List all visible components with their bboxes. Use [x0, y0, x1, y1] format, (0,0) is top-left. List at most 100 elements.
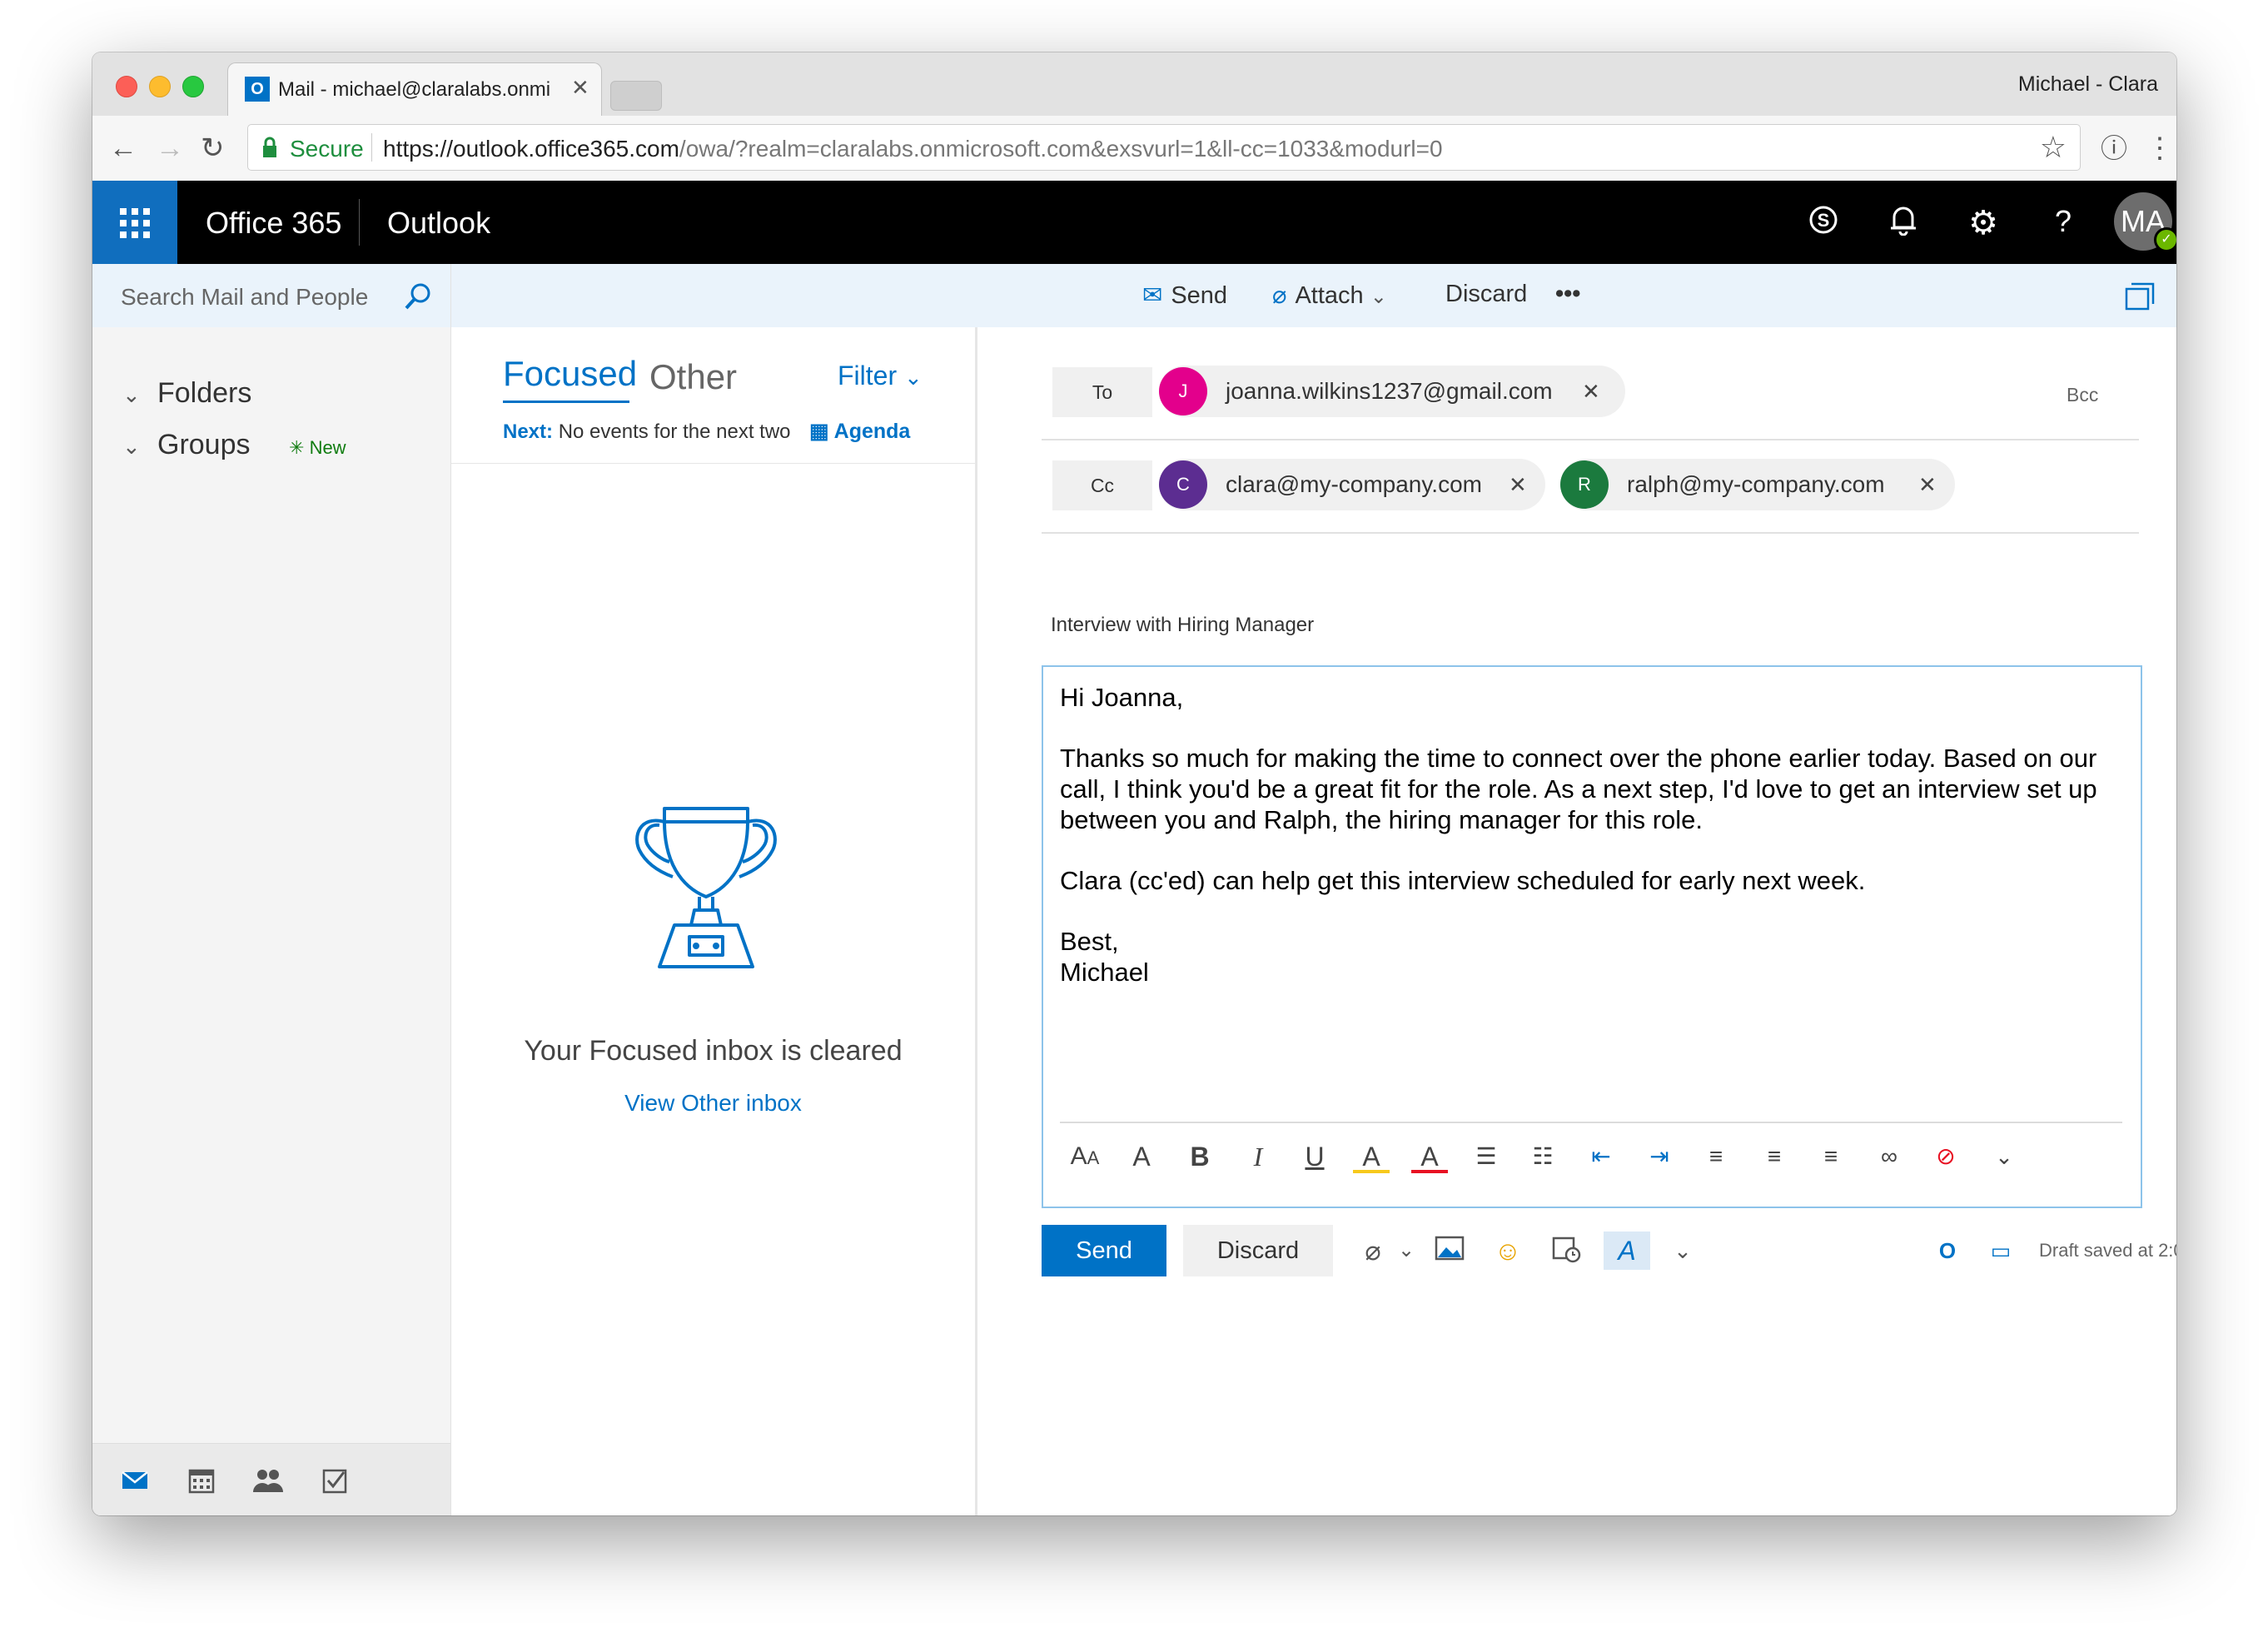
new-tab-button[interactable] — [610, 81, 662, 111]
send-envelope-icon: ✉ — [1142, 282, 1163, 309]
cc-button[interactable]: Cc — [1052, 460, 1152, 510]
recipient-cc-pill[interactable]: R ralph@my-company.com ✕ — [1560, 459, 1955, 510]
message-body-editor[interactable]: Hi Joanna, Thanks so much for making the… — [1042, 665, 2142, 1208]
discard-button[interactable]: Discard — [1183, 1225, 1333, 1276]
outlook-app-label[interactable]: Outlook — [387, 206, 490, 241]
office-addin-icon[interactable]: O — [1928, 1232, 1967, 1270]
reload-icon[interactable]: ↻ — [201, 132, 225, 164]
app-launcher-button[interactable] — [92, 181, 177, 264]
filter-label: Filter — [838, 361, 898, 391]
agenda-link[interactable]: ▦ Agenda — [809, 419, 910, 444]
url-separator — [371, 133, 372, 162]
url-input[interactable]: Secure https://outlook.office365.com/owa… — [247, 124, 2081, 171]
tab-title: Mail - michael@claralabs.onmi — [278, 78, 551, 101]
browser-profile-name[interactable]: Michael - Clara — [2018, 72, 2158, 97]
remove-recipient-icon[interactable]: ✕ — [1918, 459, 1937, 510]
people-icon[interactable] — [251, 1464, 286, 1497]
new-group-link[interactable]: ✳ New — [289, 437, 346, 459]
more-formatting-chevron-icon[interactable]: ⌄ — [1986, 1138, 2022, 1175]
chevron-down-icon: ⌄ — [1370, 286, 1387, 308]
filter-dropdown[interactable]: Filter ⌄ — [838, 361, 923, 391]
remove-recipient-icon[interactable]: ✕ — [1582, 366, 1600, 417]
align-right-icon[interactable]: ≡ — [1813, 1138, 1849, 1175]
view-other-inbox-link[interactable]: View Other inbox — [451, 1090, 975, 1117]
close-tab-icon[interactable]: ✕ — [571, 75, 589, 101]
schedule-icon[interactable] — [1547, 1232, 1585, 1270]
bullets-icon[interactable]: ☰ — [1468, 1138, 1505, 1175]
groups-label: Groups — [157, 429, 251, 460]
underline-icon[interactable]: U — [1296, 1138, 1333, 1175]
recipient-email: joanna.wilkins1237@gmail.com — [1226, 378, 1553, 404]
maximize-window-button[interactable] — [182, 76, 204, 97]
tasks-icon[interactable] — [317, 1464, 352, 1497]
discard-command[interactable]: Discard — [1445, 281, 1527, 308]
skype-icon[interactable]: S — [1803, 204, 1844, 243]
new-group-label: New — [309, 437, 346, 458]
groups-toggle[interactable]: ⌄ Groups — [122, 429, 251, 461]
font-color-icon[interactable]: A — [1411, 1138, 1448, 1173]
url-path: /owa/?realm=claralabs.onmicrosoft.com&ex… — [679, 136, 1443, 162]
more-options-icon[interactable]: ••• — [1555, 281, 1580, 308]
align-center-icon[interactable]: ≡ — [1756, 1138, 1793, 1175]
italic-icon[interactable]: I — [1240, 1138, 1276, 1175]
insert-link-icon[interactable]: ∞ — [1871, 1138, 1907, 1175]
back-icon[interactable]: ← — [109, 132, 137, 164]
subject-field[interactable]: Interview with Hiring Manager — [1051, 614, 1314, 637]
office-365-label[interactable]: Office 365 — [206, 206, 341, 241]
calendar-icon[interactable] — [184, 1464, 219, 1497]
draft-file-icon[interactable]: ▭ — [1982, 1232, 2020, 1270]
tab-other[interactable]: Other — [649, 357, 737, 397]
bcc-link[interactable]: Bcc — [2067, 384, 2098, 406]
recipient-avatar: J — [1159, 367, 1207, 415]
help-icon[interactable]: ? — [2042, 204, 2084, 239]
close-window-button[interactable] — [116, 76, 137, 97]
lock-icon — [263, 137, 276, 157]
decrease-indent-icon[interactable]: ⇤ — [1583, 1138, 1619, 1175]
format-toolbar-divider — [1060, 1122, 2122, 1123]
search-box[interactable]: Search Mail and People — [92, 264, 450, 327]
browser-window: O Mail - michael@claralabs.onmi ✕ Michae… — [92, 52, 2176, 1515]
extension-icon[interactable]: ⓘ — [2101, 132, 2127, 164]
mail-icon[interactable] — [117, 1464, 152, 1497]
sparkle-icon: ✳ — [289, 437, 305, 458]
remove-recipient-icon[interactable]: ✕ — [1509, 459, 1527, 510]
browser-menu-icon[interactable]: ⋮ — [2146, 132, 2174, 164]
highlight-icon[interactable]: A — [1353, 1138, 1390, 1173]
attach-command[interactable]: ⌀ Attach ⌄ — [1272, 281, 1387, 310]
recipient-cc-pill[interactable]: C clara@my-company.com ✕ — [1159, 459, 1545, 510]
remove-link-icon[interactable]: ⊘ — [1927, 1138, 1964, 1175]
grow-font-icon[interactable]: A — [1123, 1138, 1160, 1175]
search-icon[interactable] — [404, 282, 432, 311]
empty-inbox-message: Your Focused inbox is cleared — [524, 1035, 903, 1067]
attach-chevron-icon[interactable]: ⌄ — [1387, 1232, 1425, 1270]
bold-icon[interactable]: B — [1181, 1138, 1218, 1175]
recipient-to-pill[interactable]: J joanna.wilkins1237@gmail.com ✕ — [1159, 366, 1625, 417]
popout-icon[interactable] — [2125, 282, 2155, 311]
minimize-window-button[interactable] — [149, 76, 171, 97]
search-input[interactable]: Search Mail and People — [121, 284, 368, 311]
send-command[interactable]: ✉ Send — [1142, 281, 1227, 310]
align-left-icon[interactable]: ≡ — [1698, 1138, 1734, 1175]
browser-tab[interactable]: O Mail - michael@claralabs.onmi ✕ — [227, 62, 602, 117]
emoji-icon[interactable]: ☺ — [1489, 1232, 1527, 1270]
tab-focused-underline — [503, 401, 629, 403]
font-size-icon[interactable]: AA — [1067, 1138, 1103, 1175]
forward-icon[interactable]: → — [156, 132, 184, 164]
chevron-down-icon: ⌄ — [122, 382, 141, 407]
numbering-icon[interactable]: ☷ — [1524, 1138, 1561, 1175]
settings-gear-icon[interactable]: ⚙ — [1962, 204, 2004, 242]
left-nav-pane: Search Mail and People ⌄ Folders ⌄ Groups … — [92, 264, 451, 1515]
increase-indent-icon[interactable]: ⇥ — [1641, 1138, 1678, 1175]
to-button[interactable]: To — [1052, 367, 1152, 417]
next-label: Next: — [503, 420, 554, 443]
format-text-icon[interactable]: A — [1604, 1232, 1650, 1270]
folders-toggle[interactable]: ⌄ Folders — [122, 377, 251, 410]
bookmark-star-icon[interactable]: ☆ — [2040, 130, 2067, 165]
insert-picture-icon[interactable] — [1430, 1232, 1469, 1270]
send-button[interactable]: Send — [1042, 1225, 1166, 1276]
tab-focused[interactable]: Focused — [503, 354, 637, 394]
to-row-divider — [1042, 439, 2139, 440]
more-actions-chevron-icon[interactable]: ⌄ — [1664, 1232, 1702, 1270]
calendar-icon: ▦ — [809, 420, 829, 443]
notifications-bell-icon[interactable] — [1883, 204, 1924, 243]
